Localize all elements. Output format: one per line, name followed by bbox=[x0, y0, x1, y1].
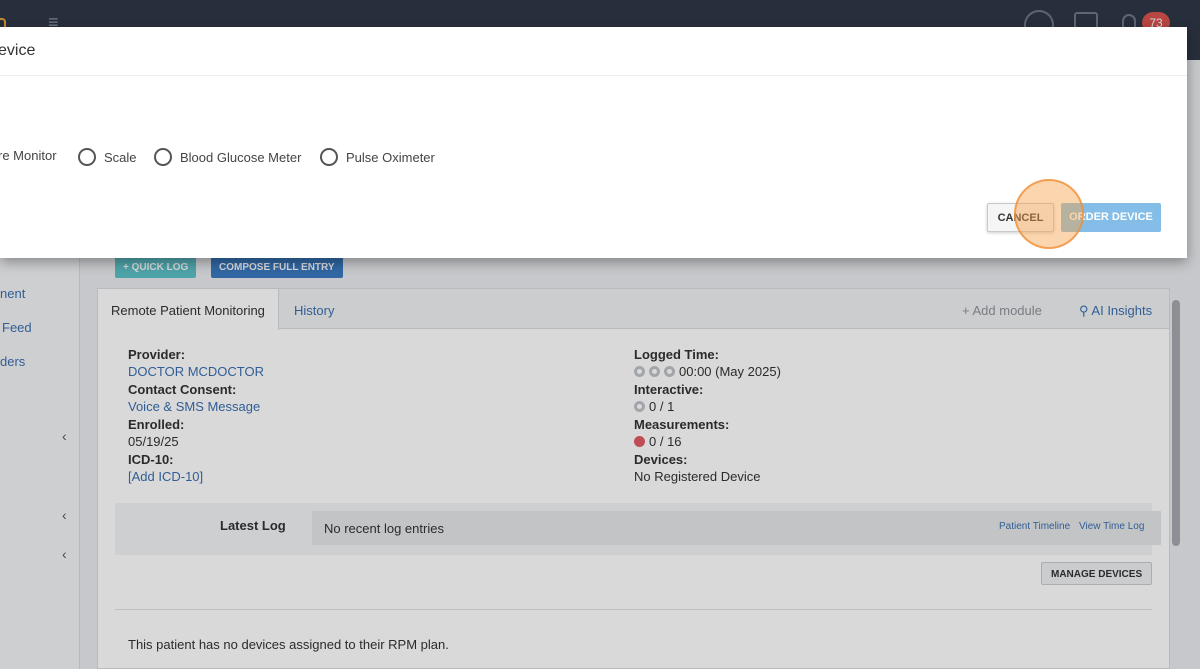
radio-button[interactable] bbox=[78, 148, 96, 166]
modal-title: evice bbox=[0, 42, 36, 59]
device-option-label: Blood Glucose Meter bbox=[180, 150, 302, 165]
device-option-blood-glucose-meter[interactable]: Blood Glucose Meter bbox=[154, 148, 301, 166]
radio-button[interactable] bbox=[320, 148, 338, 166]
device-option-scale[interactable]: Scale bbox=[78, 148, 137, 166]
device-option-monitor[interactable]: re Monitor bbox=[0, 148, 57, 163]
device-option-label: re Monitor bbox=[0, 148, 57, 163]
order-device-modal: evice re Monitor Scale Blood Glucose Met… bbox=[0, 27, 1187, 258]
device-option-pulse-oximeter[interactable]: Pulse Oximeter bbox=[320, 148, 435, 166]
device-option-label: Pulse Oximeter bbox=[346, 150, 435, 165]
radio-button[interactable] bbox=[154, 148, 172, 166]
modal-divider bbox=[0, 75, 1187, 76]
click-indicator bbox=[1014, 179, 1084, 249]
device-option-label: Scale bbox=[104, 150, 137, 165]
